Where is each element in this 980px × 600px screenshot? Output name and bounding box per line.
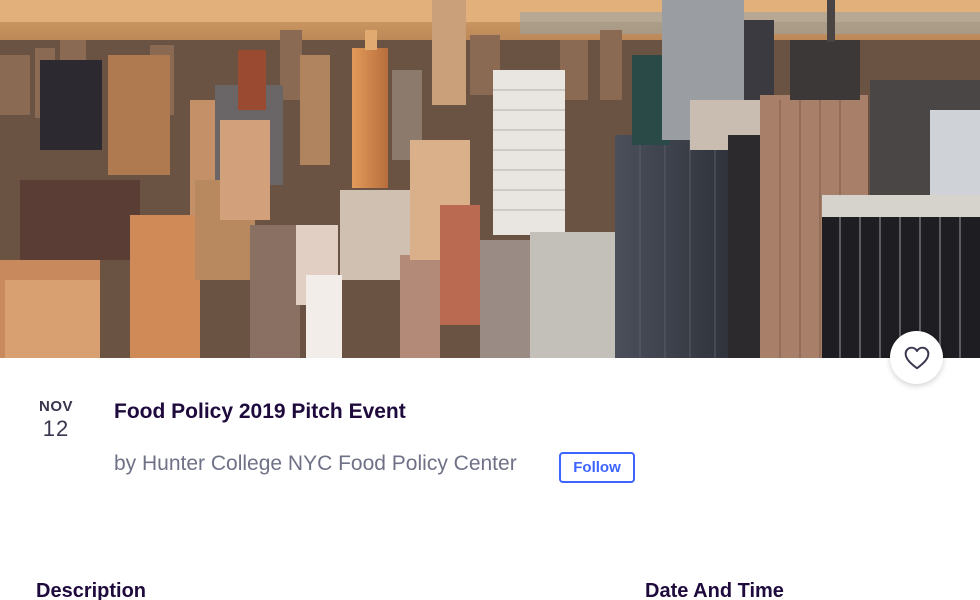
event-title: Food Policy 2019 Pitch Event xyxy=(114,400,406,423)
event-month: NOV xyxy=(38,398,73,415)
hero-image xyxy=(0,0,980,358)
organizer-name: by Hunter College NYC Food Policy Center xyxy=(114,452,517,475)
date-time-heading: Date And Time xyxy=(645,580,784,600)
description-heading: Description xyxy=(36,580,147,600)
heart-outline-icon xyxy=(904,346,929,369)
event-date: NOV 12 xyxy=(36,398,76,442)
city-skyline-image xyxy=(0,0,980,358)
like-button[interactable] xyxy=(890,331,943,384)
follow-button[interactable]: Follow xyxy=(559,452,635,483)
event-day: 12 xyxy=(42,416,70,441)
